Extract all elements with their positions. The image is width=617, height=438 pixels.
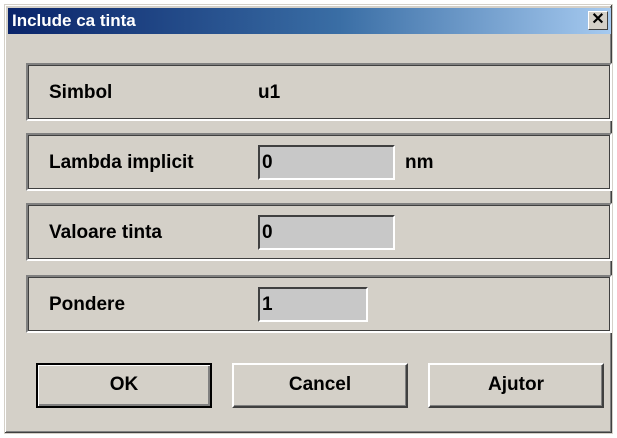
lambda-label: Lambda implicit	[49, 152, 194, 173]
lambda-row: Lambda implicit nm	[26, 133, 612, 191]
valoare-row: Valoare tinta	[26, 203, 612, 261]
include-target-dialog: Include ca tinta ✕ Simbol u1 Lambda impl…	[4, 4, 613, 434]
help-button[interactable]: Ajutor	[428, 363, 604, 408]
lambda-input[interactable]	[258, 145, 395, 180]
lambda-unit: nm	[405, 152, 434, 173]
window-title: Include ca tinta	[12, 11, 136, 30]
simbol-value: u1	[258, 82, 281, 103]
close-button[interactable]: ✕	[588, 11, 608, 30]
pondere-label: Pondere	[49, 294, 126, 315]
close-icon: ✕	[591, 11, 605, 28]
valoare-input[interactable]	[258, 215, 395, 250]
ok-button[interactable]: OK	[36, 363, 212, 408]
simbol-row: Simbol u1	[26, 63, 612, 121]
simbol-label: Simbol	[49, 82, 113, 103]
title-bar[interactable]: Include ca tinta ✕	[8, 8, 611, 34]
cancel-button[interactable]: Cancel	[232, 363, 408, 408]
valoare-label: Valoare tinta	[49, 222, 162, 243]
pondere-input[interactable]	[258, 287, 368, 322]
pondere-row: Pondere	[26, 275, 612, 333]
